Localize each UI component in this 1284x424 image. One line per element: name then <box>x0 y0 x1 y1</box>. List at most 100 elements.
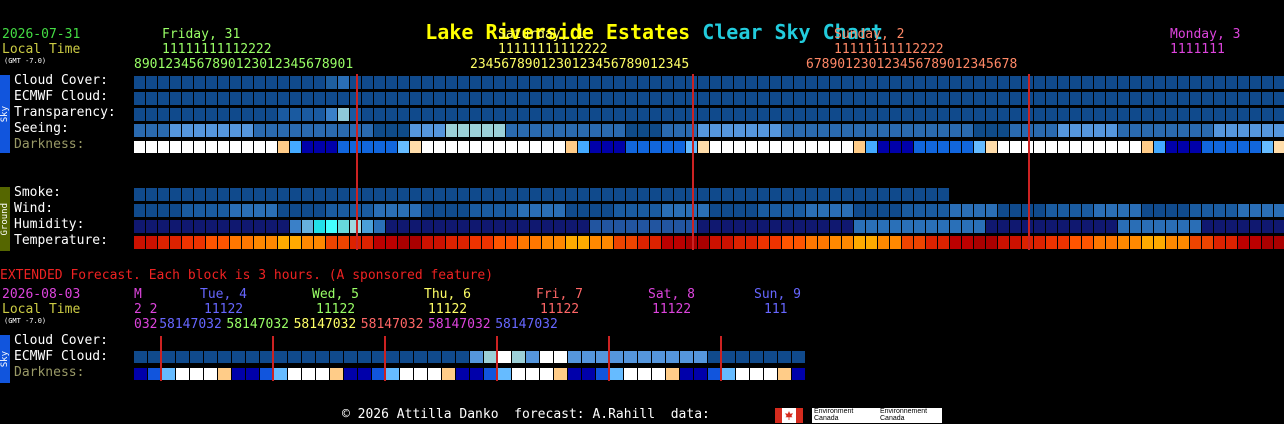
forecast-block <box>794 188 805 201</box>
forecast-block <box>986 76 997 89</box>
forecast-block <box>362 188 373 201</box>
forecast-block <box>602 76 613 89</box>
forecast-block <box>758 220 769 233</box>
forecast-block <box>506 124 517 137</box>
forecast-block <box>1058 236 1069 249</box>
forecast-block <box>302 141 313 153</box>
forecast-block <box>914 188 925 201</box>
forecast-block <box>602 220 613 233</box>
forecast-block <box>542 92 553 105</box>
forecast-block <box>170 108 181 121</box>
forecast-block <box>386 236 397 249</box>
forecast-block <box>302 108 313 121</box>
forecast-block <box>1166 124 1177 137</box>
forecast-block <box>1274 141 1284 153</box>
forecast-block <box>854 108 865 121</box>
forecast-block <box>1202 220 1213 233</box>
forecast-block <box>662 204 673 217</box>
forecast-block <box>938 92 949 105</box>
forecast-block <box>626 76 637 89</box>
forecast-block <box>830 236 841 249</box>
forecast-block <box>1262 204 1273 217</box>
forecast-block <box>602 141 613 153</box>
forecast-block <box>806 108 817 121</box>
forecast-block <box>206 236 217 249</box>
extended-darkness-block <box>624 368 637 380</box>
forecast-block <box>998 220 1009 233</box>
forecast-block <box>518 124 529 137</box>
forecast-block <box>614 141 625 153</box>
forecast-block <box>902 92 913 105</box>
forecast-block <box>482 124 493 137</box>
forecast-block <box>1106 124 1117 137</box>
extended-darkness-block <box>148 368 161 380</box>
forecast-block <box>794 236 805 249</box>
forecast-block <box>422 236 433 249</box>
forecast-block <box>494 204 505 217</box>
forecast-block <box>410 76 421 89</box>
canada-flag-icon <box>775 408 803 423</box>
extended-darkness-block <box>722 368 735 380</box>
forecast-block <box>722 124 733 137</box>
extended-cloud-block <box>792 351 805 363</box>
extended-cloud-block <box>512 351 525 363</box>
extended-darkness-block <box>372 368 385 380</box>
extended-day-label: Wed, 5 <box>312 287 359 302</box>
forecast-block <box>602 236 613 249</box>
forecast-block <box>626 204 637 217</box>
forecast-block <box>938 108 949 121</box>
forecast-block <box>998 236 1009 249</box>
forecast-block <box>686 236 697 249</box>
forecast-block <box>146 141 157 153</box>
extended-cloud-block <box>386 351 399 363</box>
forecast-block <box>962 220 973 233</box>
forecast-block <box>1046 220 1057 233</box>
forecast-block <box>566 204 577 217</box>
forecast-block <box>278 236 289 249</box>
forecast-block <box>350 220 361 233</box>
forecast-block <box>902 76 913 89</box>
forecast-block <box>734 92 745 105</box>
forecast-block <box>626 220 637 233</box>
forecast-block <box>914 92 925 105</box>
forecast-block <box>578 92 589 105</box>
extended-darkness-block <box>358 368 371 380</box>
extended-darkness-block <box>778 368 791 380</box>
forecast-block <box>1118 76 1129 89</box>
forecast-block <box>566 124 577 137</box>
forecast-block <box>194 108 205 121</box>
forecast-block <box>218 204 229 217</box>
forecast-block <box>1058 220 1069 233</box>
forecast-block <box>662 124 673 137</box>
forecast-block <box>206 220 217 233</box>
forecast-block <box>1082 108 1093 121</box>
forecast-block <box>1118 92 1129 105</box>
forecast-block <box>950 141 961 153</box>
forecast-block <box>1190 124 1201 137</box>
forecast-block <box>494 220 505 233</box>
environnement-canada-logo: Environnement Canada <box>878 408 942 423</box>
forecast-block <box>614 92 625 105</box>
forecast-block <box>782 141 793 153</box>
forecast-block <box>374 141 385 153</box>
forecast-block <box>890 141 901 153</box>
forecast-block <box>926 220 937 233</box>
forecast-block <box>590 108 601 121</box>
forecast-block <box>686 76 697 89</box>
extended-darkness-block <box>456 368 469 380</box>
forecast-block <box>722 188 733 201</box>
forecast-block <box>974 124 985 137</box>
forecast-block <box>350 236 361 249</box>
forecast-block <box>758 141 769 153</box>
extended-cloud-block <box>638 351 651 363</box>
forecast-block <box>1190 220 1201 233</box>
forecast-block <box>590 141 601 153</box>
forecast-block <box>350 92 361 105</box>
forecast-block <box>182 236 193 249</box>
forecast-block <box>398 188 409 201</box>
forecast-block <box>614 108 625 121</box>
forecast-block <box>818 124 829 137</box>
forecast-block <box>650 108 661 121</box>
forecast-block <box>986 92 997 105</box>
forecast-block <box>566 76 577 89</box>
